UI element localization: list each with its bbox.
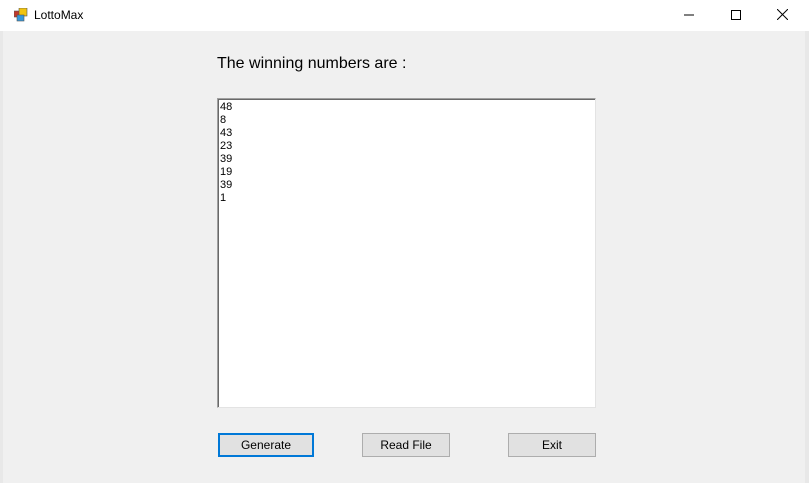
number-line: 39 bbox=[220, 179, 233, 191]
winning-numbers-textbox[interactable]: 48 8 43 23 39 19 39 1 bbox=[217, 98, 596, 408]
number-line: 39 bbox=[220, 153, 233, 165]
close-icon bbox=[776, 7, 788, 25]
background-edge-left bbox=[0, 31, 3, 483]
app-window: LottoMax The winning numbers are : 48 8 … bbox=[0, 0, 809, 483]
number-line: 19 bbox=[220, 166, 233, 178]
read-file-button[interactable]: Read File bbox=[362, 433, 450, 457]
title-bar[interactable]: LottoMax bbox=[0, 0, 809, 31]
number-line: 1 bbox=[220, 192, 227, 204]
minimize-button[interactable] bbox=[666, 0, 712, 31]
window-title: LottoMax bbox=[34, 8, 84, 22]
number-line: 8 bbox=[220, 114, 227, 126]
number-line: 48 bbox=[220, 101, 233, 113]
generate-button[interactable]: Generate bbox=[218, 433, 314, 457]
maximize-button[interactable] bbox=[713, 0, 759, 31]
background-edge-right bbox=[805, 31, 809, 483]
close-button[interactable] bbox=[759, 0, 805, 31]
number-line: 43 bbox=[220, 127, 233, 139]
winning-numbers-heading: The winning numbers are : bbox=[217, 55, 407, 72]
minimize-icon bbox=[684, 7, 694, 25]
exit-button[interactable]: Exit bbox=[508, 433, 596, 457]
maximize-icon bbox=[731, 7, 741, 25]
app-icon bbox=[13, 7, 28, 22]
number-line: 23 bbox=[220, 140, 233, 152]
